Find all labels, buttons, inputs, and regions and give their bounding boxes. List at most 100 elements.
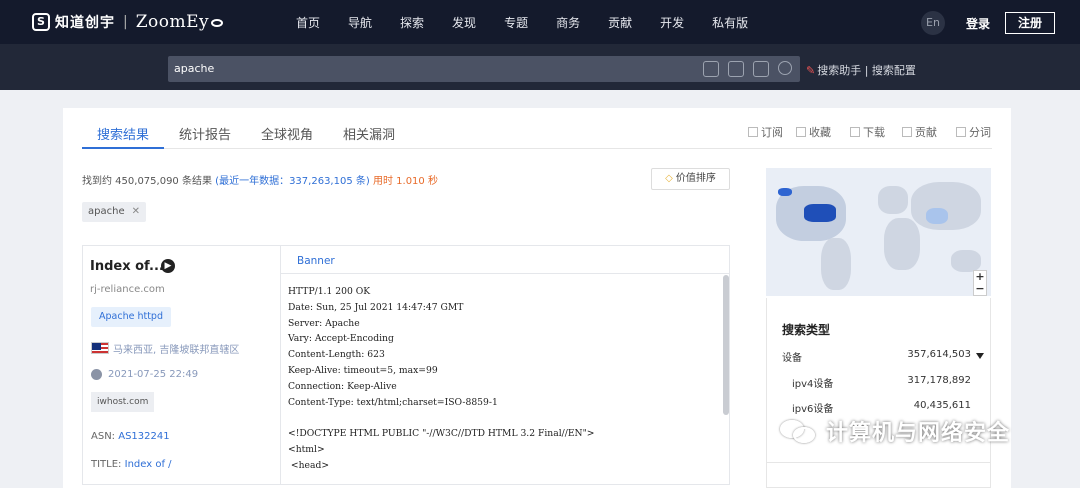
- world-map[interactable]: [766, 168, 991, 296]
- search-assistant-label: 搜索助手 | 搜索配置: [817, 64, 916, 77]
- tabs-divider: [82, 148, 992, 149]
- tab-search-results[interactable]: 搜索结果: [97, 124, 149, 143]
- logo-en: ZoomEy: [135, 12, 210, 32]
- subscribe-label: 订阅: [761, 126, 783, 139]
- filter-chip[interactable]: apache ✕: [82, 202, 146, 222]
- zoom-out-button[interactable]: −: [974, 283, 986, 295]
- asn-row: ASN: AS132241: [91, 431, 170, 442]
- screenshot-icon[interactable]: [753, 61, 769, 77]
- query-time: 用时 1.010 秒: [372, 176, 438, 187]
- map-south-america: [821, 238, 851, 290]
- result-host[interactable]: rj-reliance.com: [90, 284, 165, 295]
- nav-item[interactable]: 开发: [660, 14, 684, 31]
- nav-item[interactable]: 导航: [348, 14, 372, 31]
- subscribe-icon: [748, 127, 758, 137]
- caret-down-icon[interactable]: [976, 353, 984, 359]
- close-icon[interactable]: ✕: [132, 206, 140, 217]
- filter-chip-label: apache: [88, 206, 125, 217]
- stat-value: 317,178,892: [907, 375, 971, 386]
- result-timestamp: 2021-07-25 22:49: [108, 369, 199, 380]
- logo-cn: 知道创宇: [55, 15, 115, 31]
- logo-icon: S: [32, 13, 50, 31]
- value-sort-button[interactable]: ◇ 价值排序: [651, 168, 730, 190]
- active-tab-indicator: [82, 147, 164, 149]
- contribute-action[interactable]: 贡献: [902, 124, 937, 140]
- pencil-icon: ✎: [806, 64, 816, 77]
- result-location[interactable]: 马来西亚, 吉隆坡联邦直辖区: [113, 341, 239, 356]
- language-toggle[interactable]: En: [921, 11, 945, 35]
- contribute-label: 贡献: [915, 126, 937, 139]
- tokenize-icon: [956, 127, 966, 137]
- asn-label: ASN:: [91, 431, 116, 442]
- banner-text: HTTP/1.1 200 OK Date: Sun, 25 Jul 2021 1…: [288, 286, 595, 471]
- arrow-right-icon[interactable]: ▶: [161, 259, 175, 273]
- service-tag[interactable]: Apache httpd: [91, 307, 171, 327]
- title-link[interactable]: Index of /: [125, 459, 172, 470]
- nav-item[interactable]: 发现: [452, 14, 476, 31]
- watermark: 计算机与网络安全: [780, 414, 1010, 448]
- value-sort-label: 价值排序: [675, 173, 716, 184]
- favorite-action[interactable]: 收藏: [796, 124, 831, 140]
- edit-icon: [902, 127, 912, 137]
- map-europe: [878, 186, 908, 214]
- clock-icon: [91, 369, 102, 380]
- wechat-icon: [780, 418, 818, 444]
- result-count: 找到约 450,075,090 条结果: [82, 176, 212, 187]
- result-title[interactable]: Index of...: [90, 259, 164, 274]
- banner-scrollbar[interactable]: [723, 275, 729, 415]
- diamond-icon: ◇: [665, 173, 673, 184]
- subscribe-action[interactable]: 订阅: [748, 124, 783, 140]
- download-action[interactable]: 下载: [850, 124, 885, 140]
- nav-item[interactable]: 商务: [556, 14, 580, 31]
- tokenize-action[interactable]: 分词: [956, 124, 991, 140]
- search-icon[interactable]: [778, 61, 792, 75]
- favorite-label: 收藏: [809, 126, 831, 139]
- asn-link[interactable]: AS132241: [118, 431, 169, 442]
- search-assistant-link[interactable]: ✎ 搜索助手 | 搜索配置: [806, 62, 916, 78]
- tab-statistics[interactable]: 统计报告: [179, 124, 231, 143]
- download-label: 下载: [863, 126, 885, 139]
- nav-item[interactable]: 贡献: [608, 14, 632, 31]
- banner-divider: [281, 273, 730, 274]
- result-divider: [280, 245, 281, 485]
- result-summary: 找到约 450,075,090 条结果 (最近一年数据：337,263,105 …: [82, 172, 438, 187]
- watermark-text: 计算机与网络安全: [826, 421, 1011, 446]
- stat-value: 40,435,611: [913, 400, 971, 411]
- logo-separator: |: [123, 14, 128, 30]
- map-alaska: [778, 188, 792, 196]
- stats-divider: [766, 462, 991, 463]
- recent-count: (最近一年数据：337,263,105 条): [215, 176, 370, 187]
- image-search-icon[interactable]: [728, 61, 744, 77]
- map-usa: [804, 204, 836, 222]
- main-nav: 首页 导航 探索 发现 专题 商务 贡献 开发 私有版: [296, 0, 776, 44]
- nav-item[interactable]: 专题: [504, 14, 528, 31]
- register-button[interactable]: 注册: [1005, 12, 1055, 34]
- stat-value: 357,614,503: [907, 349, 971, 360]
- title-row: TITLE: Index of /: [91, 459, 172, 470]
- stat-label[interactable]: ipv4设备: [792, 375, 833, 390]
- tab-banner[interactable]: Banner: [297, 255, 335, 267]
- malaysia-flag-icon: [91, 342, 109, 354]
- tokenize-label: 分词: [969, 126, 991, 139]
- map-zoom-control[interactable]: + −: [973, 270, 987, 296]
- map-africa: [884, 218, 920, 270]
- tab-related-vulns[interactable]: 相关漏洞: [343, 124, 395, 143]
- scan-icon[interactable]: [703, 61, 719, 77]
- title-label: TITLE:: [91, 459, 122, 470]
- map-asia: [911, 182, 981, 230]
- nav-item[interactable]: 私有版: [712, 14, 748, 31]
- hosting-chip[interactable]: iwhost.com: [91, 392, 155, 412]
- stat-label[interactable]: 设备: [782, 349, 802, 364]
- map-australia: [951, 250, 981, 272]
- logo[interactable]: S 知道创宇 | ZoomEy: [32, 12, 224, 32]
- tab-global-view[interactable]: 全球视角: [261, 124, 313, 143]
- stat-label[interactable]: ipv6设备: [792, 400, 833, 415]
- search-type-title: 搜索类型: [782, 323, 831, 337]
- eye-icon: [211, 19, 224, 27]
- nav-item[interactable]: 探索: [400, 14, 424, 31]
- download-icon: [850, 127, 860, 137]
- map-china: [926, 208, 948, 224]
- login-link[interactable]: 登录: [966, 15, 990, 32]
- nav-item[interactable]: 首页: [296, 14, 320, 31]
- star-icon: [796, 127, 806, 137]
